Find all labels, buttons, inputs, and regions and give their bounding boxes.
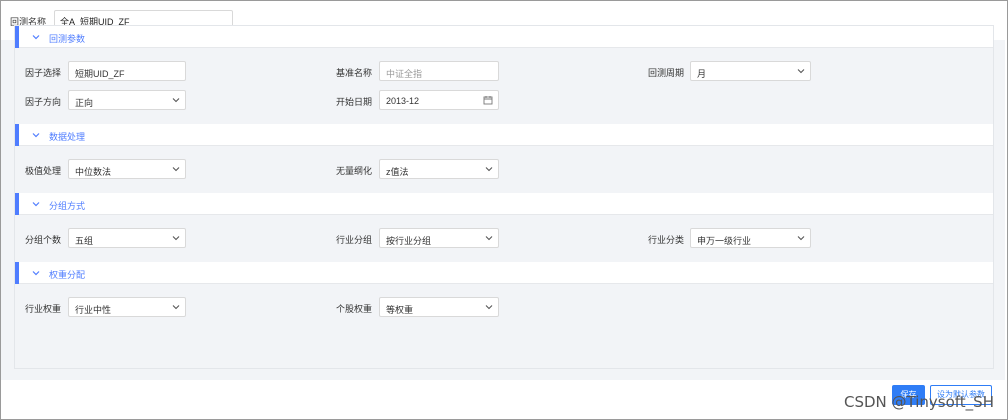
stock-weight-label: 个股权重 <box>336 304 373 314</box>
industry-class-value: 申万一级行业 <box>697 236 752 246</box>
section-header-backtest[interactable]: 回测参数 <box>15 26 993 48</box>
industry-group-label: 行业分组 <box>336 235 373 245</box>
industry-class-label: 行业分类 <box>648 235 685 245</box>
section-title: 数据处理 <box>49 132 86 142</box>
factor-select-input[interactable]: 短期UID_ZF <box>68 61 186 81</box>
calendar-icon[interactable] <box>483 95 493 105</box>
caret-down-icon <box>485 236 493 241</box>
factor-select-label: 因子选择 <box>25 68 62 78</box>
watermark-text: CSDN @Tinysoft_SH <box>844 393 994 411</box>
extreme-label: 极值处理 <box>25 166 62 176</box>
chevron-down-icon[interactable] <box>31 32 41 42</box>
caret-down-icon <box>172 236 180 241</box>
chevron-down-icon[interactable] <box>31 130 41 140</box>
settings-panel: 回测参数 因子选择 短期UID_ZF 基准名称 中证全指 回测周期 月 因子方向… <box>14 25 994 369</box>
period-label: 回测周期 <box>648 68 685 78</box>
extreme-select[interactable]: 中位数法 <box>68 159 186 179</box>
direction-select[interactable]: 正向 <box>68 90 186 110</box>
caret-down-icon <box>485 305 493 310</box>
benchmark-label: 基准名称 <box>336 68 373 78</box>
caret-down-icon <box>172 305 180 310</box>
caret-down-icon <box>172 98 180 103</box>
dimensionless-value: z值法 <box>386 167 409 177</box>
industry-weight-value: 行业中性 <box>75 305 112 315</box>
section-header-grouping[interactable]: 分组方式 <box>15 193 993 215</box>
period-value: 月 <box>697 69 707 79</box>
section-title: 回测参数 <box>49 34 86 44</box>
caret-down-icon <box>797 236 805 241</box>
direction-label: 因子方向 <box>25 97 62 107</box>
section-header-processing[interactable]: 数据处理 <box>15 124 993 146</box>
start-date-label: 开始日期 <box>336 97 373 107</box>
caret-down-icon <box>172 167 180 172</box>
industry-class-select[interactable]: 申万一级行业 <box>690 228 811 248</box>
group-count-select[interactable]: 五组 <box>68 228 186 248</box>
period-select[interactable]: 月 <box>690 61 811 81</box>
section-accent-bar <box>15 26 19 48</box>
industry-group-value: 按行业分组 <box>386 236 432 246</box>
stock-weight-value: 等权重 <box>386 305 414 315</box>
group-count-label: 分组个数 <box>25 235 62 245</box>
section-accent-bar <box>15 193 19 215</box>
direction-value: 正向 <box>75 98 94 108</box>
chevron-down-icon[interactable] <box>31 199 41 209</box>
caret-down-icon <box>797 69 805 74</box>
start-date-value: 2013-12 <box>386 96 420 106</box>
dimensionless-select[interactable]: z值法 <box>379 159 499 179</box>
section-title: 分组方式 <box>49 201 86 211</box>
industry-group-select[interactable]: 按行业分组 <box>379 228 499 248</box>
section-accent-bar <box>15 262 19 284</box>
industry-weight-select[interactable]: 行业中性 <box>68 297 186 317</box>
group-count-value: 五组 <box>75 236 94 246</box>
section-header-weights[interactable]: 权重分配 <box>15 262 993 284</box>
caret-down-icon <box>485 167 493 172</box>
start-date-picker[interactable]: 2013-12 <box>379 90 499 110</box>
extreme-value: 中位数法 <box>75 167 112 177</box>
section-title: 权重分配 <box>49 270 86 280</box>
chevron-down-icon[interactable] <box>31 268 41 278</box>
dimensionless-label: 无量纲化 <box>336 166 373 176</box>
section-accent-bar <box>15 124 19 146</box>
benchmark-input[interactable]: 中证全指 <box>379 61 499 81</box>
stock-weight-select[interactable]: 等权重 <box>379 297 499 317</box>
industry-weight-label: 行业权重 <box>25 304 62 314</box>
